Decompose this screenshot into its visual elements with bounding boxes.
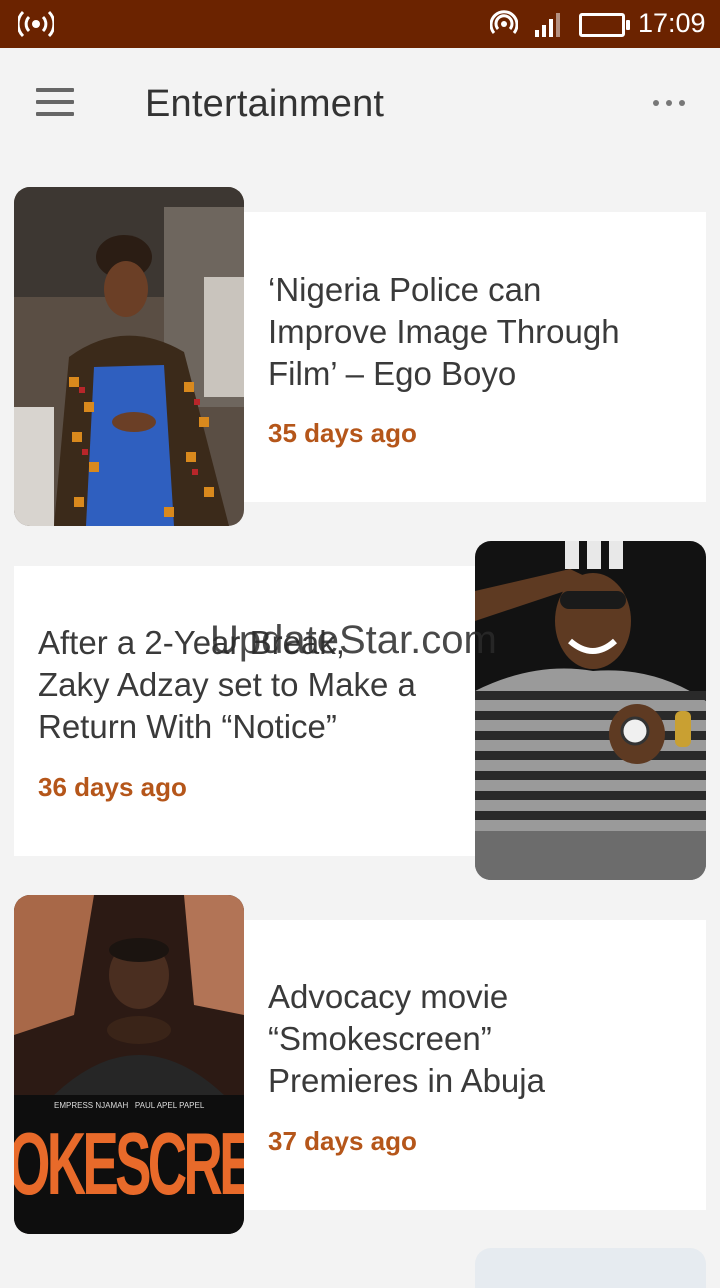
article-headline[interactable]: ‘Nigeria Police can Improve Image Throug… xyxy=(268,269,698,395)
signal-icon xyxy=(535,13,560,37)
poster-title: OKESCRE xyxy=(14,1114,244,1213)
status-bar: 17:09 xyxy=(0,0,720,48)
woman-portrait-image xyxy=(14,187,244,526)
more-options-icon[interactable] xyxy=(650,96,690,112)
man-portrait-image xyxy=(475,541,706,880)
headline-line: Improve Image Through xyxy=(268,313,620,350)
headline-line: ‘Nigeria Police can xyxy=(268,271,542,308)
next-article-thumbnail[interactable] xyxy=(475,1248,706,1288)
headline-line: Premieres in Abuja xyxy=(268,1062,545,1099)
headline-line: After a 2-Year Break, xyxy=(38,624,345,661)
article-headline[interactable]: Advocacy movie “Smokescreen” Premieres i… xyxy=(268,976,698,1102)
article-age: 36 days ago xyxy=(38,772,187,802)
clock: 17:09 xyxy=(638,8,706,38)
headline-line: “Smokescreen” xyxy=(268,1020,492,1057)
page-title: Entertainment xyxy=(145,83,385,125)
hamburger-menu-icon[interactable] xyxy=(36,88,76,118)
headline-line: Zaky Adzay set to Make a xyxy=(38,666,416,703)
hotspot-icon xyxy=(490,10,518,34)
headline-line: Advocacy movie xyxy=(268,978,509,1015)
article-thumbnail[interactable] xyxy=(475,541,706,880)
headline-line: Return With “Notice” xyxy=(38,708,337,745)
article-age: 35 days ago xyxy=(268,418,417,448)
article-thumbnail[interactable] xyxy=(14,187,244,526)
broadcast-icon xyxy=(18,10,54,38)
poster-credits: EMPRESS NJAMAH PAUL APEL PAPEL xyxy=(54,1101,205,1110)
article-thumbnail[interactable]: EMPRESS NJAMAH PAUL APEL PAPEL OKESCRE xyxy=(14,895,244,1234)
article-headline[interactable]: After a 2-Year Break, Zaky Adzay set to … xyxy=(38,622,468,748)
article-age: 37 days ago xyxy=(268,1126,417,1156)
headline-line: Film’ – Ego Boyo xyxy=(268,355,517,392)
battery-icon xyxy=(579,13,630,37)
app-bar: Entertainment xyxy=(0,48,720,160)
